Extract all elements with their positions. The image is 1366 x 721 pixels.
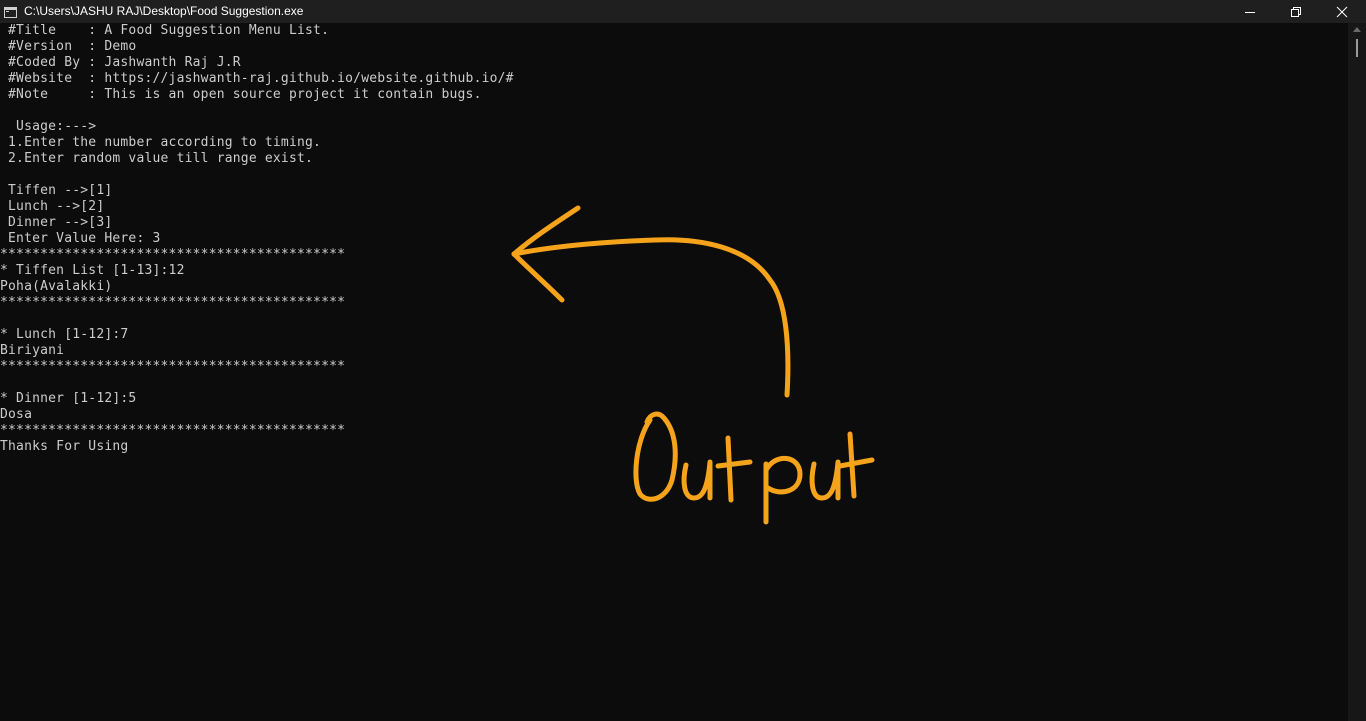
console-app-icon (4, 5, 17, 18)
console-line: * Dinner [1-12]:5 (0, 391, 137, 406)
console-line: #Version : Demo (0, 39, 137, 54)
console-line: #Website : https://jashwanth-raj.github.… (0, 71, 514, 86)
console-line: Thanks For Using (0, 439, 129, 454)
restore-icon (1291, 7, 1301, 17)
restore-button[interactable] (1273, 0, 1319, 23)
minimize-icon (1245, 12, 1255, 13)
console-line: Dosa (0, 407, 33, 422)
console-line: Dinner -->[3] (0, 215, 113, 230)
console-line: 1.Enter the number according to timing. (0, 135, 322, 150)
console-line: #Note : This is an open source project i… (0, 87, 482, 102)
console-window: C:\Users\JASHU RAJ\Desktop\Food Suggesti… (0, 0, 1366, 721)
console-line: * Lunch [1-12]:7 (0, 327, 129, 342)
minimize-button[interactable] (1227, 0, 1273, 23)
console-line: ****************************************… (0, 247, 346, 262)
console-line: #Coded By : Jashwanth Raj J.R (0, 55, 241, 70)
scroll-up-arrow-icon[interactable] (1353, 27, 1361, 32)
console-line: Tiffen -->[1] (0, 183, 113, 198)
console-line: 2.Enter random value till range exist. (0, 151, 314, 166)
title-bar[interactable]: C:\Users\JASHU RAJ\Desktop\Food Suggesti… (0, 0, 1366, 23)
close-icon (1336, 6, 1348, 18)
console-line: Enter Value Here: 3 (0, 231, 161, 246)
console-line: Lunch -->[2] (0, 199, 105, 214)
console-line: #Title : A Food Suggestion Menu List. (0, 23, 330, 38)
console-line: Poha(Avalakki) (0, 279, 113, 294)
window-title: C:\Users\JASHU RAJ\Desktop\Food Suggesti… (24, 4, 304, 18)
console-output[interactable]: #Title : A Food Suggestion Menu List. #V… (0, 23, 1348, 721)
console-line: * Tiffen List [1-13]:12 (0, 263, 185, 278)
vertical-scrollbar[interactable] (1348, 23, 1366, 721)
close-button[interactable] (1319, 0, 1365, 23)
console-line: Usage:---> (0, 119, 97, 134)
console-line: Biriyani (0, 343, 65, 358)
console-line: ****************************************… (0, 295, 346, 310)
scroll-thumb[interactable] (1356, 39, 1358, 57)
console-line: ****************************************… (0, 423, 346, 438)
console-line: ****************************************… (0, 359, 346, 374)
